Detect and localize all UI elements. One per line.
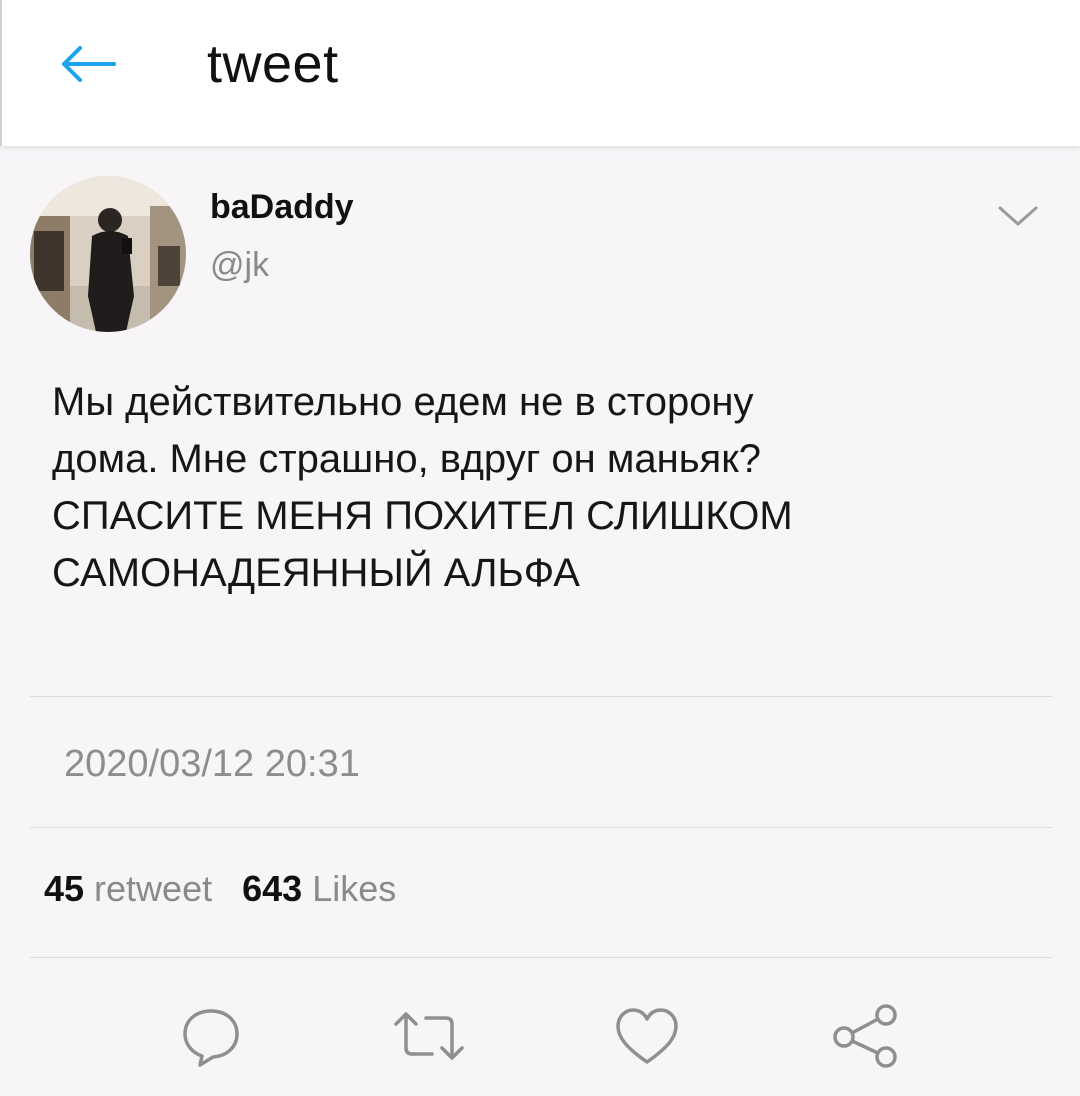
divider [30,696,1052,697]
likes-count[interactable]: 643 [242,868,302,910]
author-handle[interactable]: @jk [210,246,269,285]
author-display-name[interactable]: baDaddy [210,188,354,227]
back-arrow-icon [62,46,116,82]
chevron-down-icon [998,206,1038,226]
divider [30,827,1052,828]
reply-button[interactable] [171,996,251,1076]
page-title: tweet [207,34,339,94]
tweet-timestamp: 2020/03/12 20:31 [64,743,360,785]
back-button[interactable] [50,34,126,94]
retweet-count[interactable]: 45 [44,868,84,910]
avatar[interactable] [30,176,186,332]
share-button[interactable] [826,996,906,1076]
tweet-stats: 45 retweet 643 Likes [44,868,416,910]
divider [30,957,1052,958]
profile-photo [30,176,186,332]
tweet-text: Мы действительно едем не в сторону дома.… [52,380,793,595]
retweet-button[interactable] [389,996,469,1076]
like-button[interactable] [607,996,687,1076]
heart-icon [616,1008,678,1064]
tweet-action-bar [0,996,1080,1076]
tweet-menu-button[interactable] [990,196,1046,236]
tweet-detail: baDaddy @jk Мы действительно едем не в с… [0,146,1080,1096]
likes-label[interactable]: Likes [312,868,396,910]
app-header: tweet [0,0,1080,146]
reply-icon [183,1009,239,1067]
retweet-icon [394,1012,464,1060]
share-icon [833,1004,897,1068]
retweet-label[interactable]: retweet [94,868,212,910]
